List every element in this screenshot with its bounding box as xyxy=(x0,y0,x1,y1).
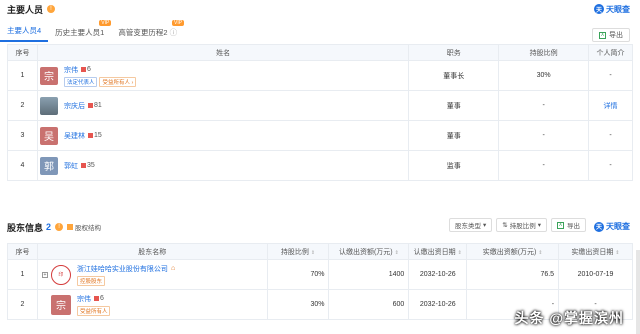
controlling-shareholder-tag: 控股股东 xyxy=(76,275,105,286)
section-title: 主要人员 xyxy=(7,4,44,15)
tab-executive-changes[interactable]: 高管变更历程2 ⓘ VIP xyxy=(111,20,185,42)
shareholder-tools: 股东类型 ▾ ⇅ 持股比例 ▾ X 导出 xyxy=(445,218,586,232)
watermark: 头条 @掌握滨州 xyxy=(514,310,624,326)
table-header-row: 序号 股东名称 持股比例 ⇕ 认缴出资额(万元) ⇕ 认缴出资日期 ⇕ 实缴出资额(万… xyxy=(7,243,633,260)
company-count-icon xyxy=(80,163,86,168)
shareholder-type-dropdown[interactable]: 股东类型 ▾ xyxy=(449,218,493,232)
sort-icon: ⇕ xyxy=(394,249,399,256)
tab-history-personnel[interactable]: 历史主要人员1 VIP xyxy=(48,20,112,42)
company-seal-icon: 印 xyxy=(50,264,71,285)
expand-icon[interactable]: + xyxy=(41,271,48,278)
sortable-header[interactable]: 认缴出资日期 ⇕ xyxy=(408,243,468,260)
sort-icon: ⇕ xyxy=(615,249,620,256)
personnel-table: 序号 姓名 职务 持股比例 个人简介 1 宗 宗伟 6 法定代表人 受益所有人 ›… xyxy=(7,44,633,181)
person-name-link[interactable]: 宗伟 xyxy=(77,294,91,304)
sortable-header[interactable]: 实缴出资额(万元) ⇕ xyxy=(466,243,560,260)
section-title: 股东信息 xyxy=(7,222,44,233)
sort-icon: ⇕ xyxy=(538,249,543,256)
person-name-link[interactable]: 宗伟 xyxy=(64,65,78,75)
shareholder-count: 2 xyxy=(46,222,52,232)
question-icon: ⓘ xyxy=(169,28,178,37)
brand-logo[interactable]: 天 天眼查 xyxy=(594,221,630,232)
table-row: 4 郭 郭虹 35 监事 - - xyxy=(7,150,633,181)
table-row: 3 吴 吴建林 15 董事 - - xyxy=(7,120,633,151)
sortable-header[interactable]: 持股比例 ⇕ xyxy=(266,243,330,260)
sort-icon: ⇅ xyxy=(502,222,508,229)
vip-badge: VIP xyxy=(99,20,112,26)
avatar-photo[interactable] xyxy=(39,96,58,115)
sortable-header[interactable]: 认缴出资额(万元) ⇕ xyxy=(328,243,410,260)
col-ratio: 持股比例 xyxy=(498,44,590,61)
related-icon: ⌂ xyxy=(170,265,176,272)
excel-icon: X xyxy=(557,221,564,229)
info-badge-icon: ! xyxy=(47,5,56,13)
table-row: 2 宗庆后 81 董事 - 详情 xyxy=(7,90,633,121)
beneficiary-tag: 受益所有人 xyxy=(76,305,111,316)
brand-logo-icon: 天 xyxy=(594,221,604,232)
ratio-dropdown[interactable]: ⇅ 持股比例 ▾ xyxy=(496,218,547,232)
legal-rep-tag: 法定代表人 xyxy=(63,76,98,87)
avatar[interactable]: 郭 xyxy=(39,156,58,175)
vip-badge: VIP xyxy=(172,20,185,26)
avatar[interactable]: 宗 xyxy=(50,294,71,315)
equity-structure-link[interactable]: 股权结构 xyxy=(67,222,101,232)
personnel-tabs: 主要人员4 历史主要人员1 VIP 高管变更历程2 ⓘ VIP xyxy=(0,20,640,42)
profile-detail-link[interactable]: 详情 xyxy=(604,103,618,110)
company-count-icon xyxy=(87,103,93,108)
table-row: 1 + 印 浙江娃哈哈实业股份有限公司 ⌂ 控股股东 70% 1400 2032-… xyxy=(7,259,633,290)
sort-icon: ⇕ xyxy=(310,249,316,256)
brand-logo-icon: 天 xyxy=(594,4,604,14)
col-name: 姓名 xyxy=(36,44,410,61)
col-role: 职务 xyxy=(408,44,500,61)
company-count-icon xyxy=(87,133,93,138)
avatar[interactable]: 宗 xyxy=(39,66,58,85)
main-personnel-header: 主要人员 ! 天 天眼查 xyxy=(0,0,640,18)
company-name-link[interactable]: 浙江娃哈哈实业股份有限公司 xyxy=(77,264,168,274)
shareholder-export-button[interactable]: X 导出 xyxy=(551,218,586,232)
tab-main-personnel[interactable]: 主要人员4 xyxy=(0,25,49,42)
excel-icon: X xyxy=(599,31,606,39)
person-name-link[interactable]: 郭虹 xyxy=(64,161,78,171)
structure-icon xyxy=(67,224,74,230)
brand-logo[interactable]: 天 天眼查 xyxy=(594,4,630,15)
col-profile: 个人简介 xyxy=(588,44,633,61)
sort-icon: ⇕ xyxy=(457,249,462,256)
avatar[interactable]: 吴 xyxy=(39,126,58,145)
info-badge-icon: ! xyxy=(55,223,64,231)
sortable-header[interactable]: 实缴出资日期 ⇕ xyxy=(558,243,633,260)
col-index: 序号 xyxy=(7,44,38,61)
person-name-link[interactable]: 宗庆后 xyxy=(64,101,85,111)
export-button[interactable]: X 导出 xyxy=(592,28,630,42)
chevron-down-icon: ▾ xyxy=(483,222,487,229)
chevron-down-icon: ▾ xyxy=(537,222,541,229)
beneficiary-tag[interactable]: 受益所有人 › xyxy=(99,76,137,87)
table-row: 1 宗 宗伟 6 法定代表人 受益所有人 › 董事长 30% - xyxy=(7,60,633,91)
company-count-icon xyxy=(93,296,99,301)
person-name-link[interactable]: 吴建林 xyxy=(64,131,85,141)
company-count-icon xyxy=(80,67,86,72)
table-header-row: 序号 姓名 职务 持股比例 个人简介 xyxy=(7,44,633,61)
scrollbar[interactable] xyxy=(636,250,640,334)
